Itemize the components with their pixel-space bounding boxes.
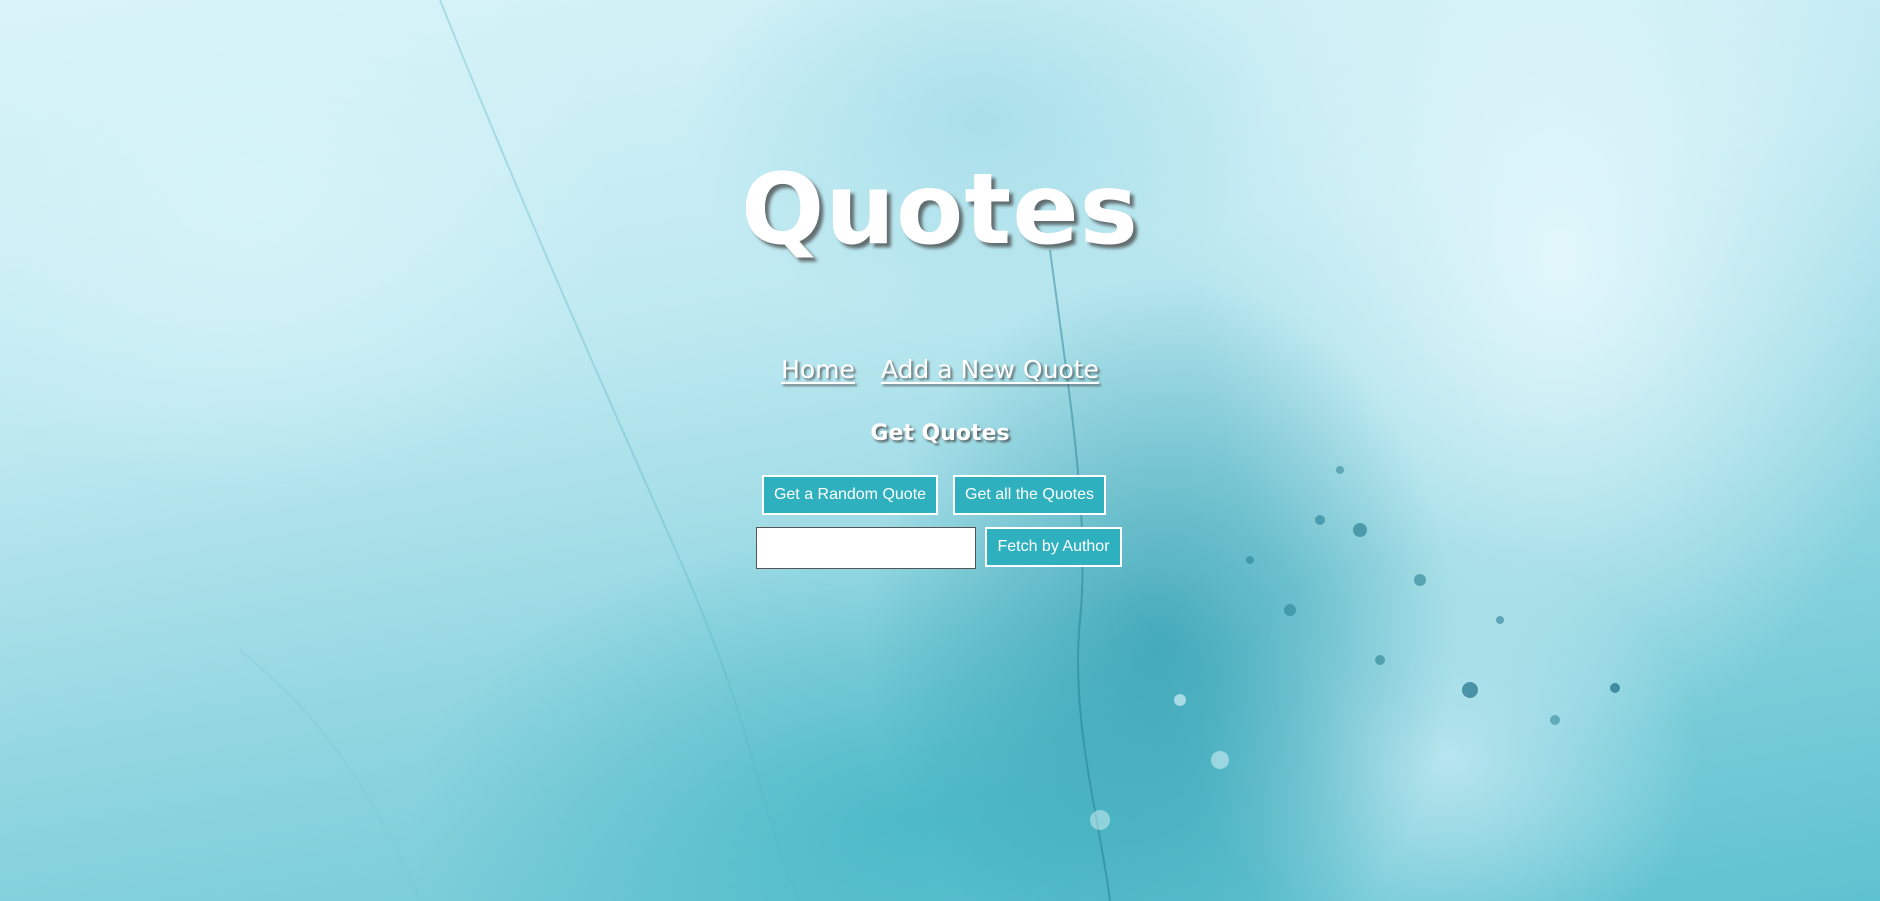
random-quote-button[interactable]: Get a Random Quote	[762, 475, 938, 515]
nav-link-home[interactable]: Home	[781, 355, 855, 384]
main-nav: Home Add a New Quote	[0, 350, 1880, 390]
page-title: Quotes	[740, 153, 1140, 267]
page-content: Quotes Home Add a New Quote Get Quotes G…	[0, 0, 1880, 901]
author-input[interactable]	[756, 527, 976, 569]
all-quotes-button[interactable]: Get all the Quotes	[953, 475, 1106, 515]
nav-link-add-new-quote[interactable]: Add a New Quote	[881, 355, 1099, 384]
section-heading: Get Quotes	[870, 421, 1010, 446]
fetch-by-author-button[interactable]: Fetch by Author	[985, 527, 1122, 567]
